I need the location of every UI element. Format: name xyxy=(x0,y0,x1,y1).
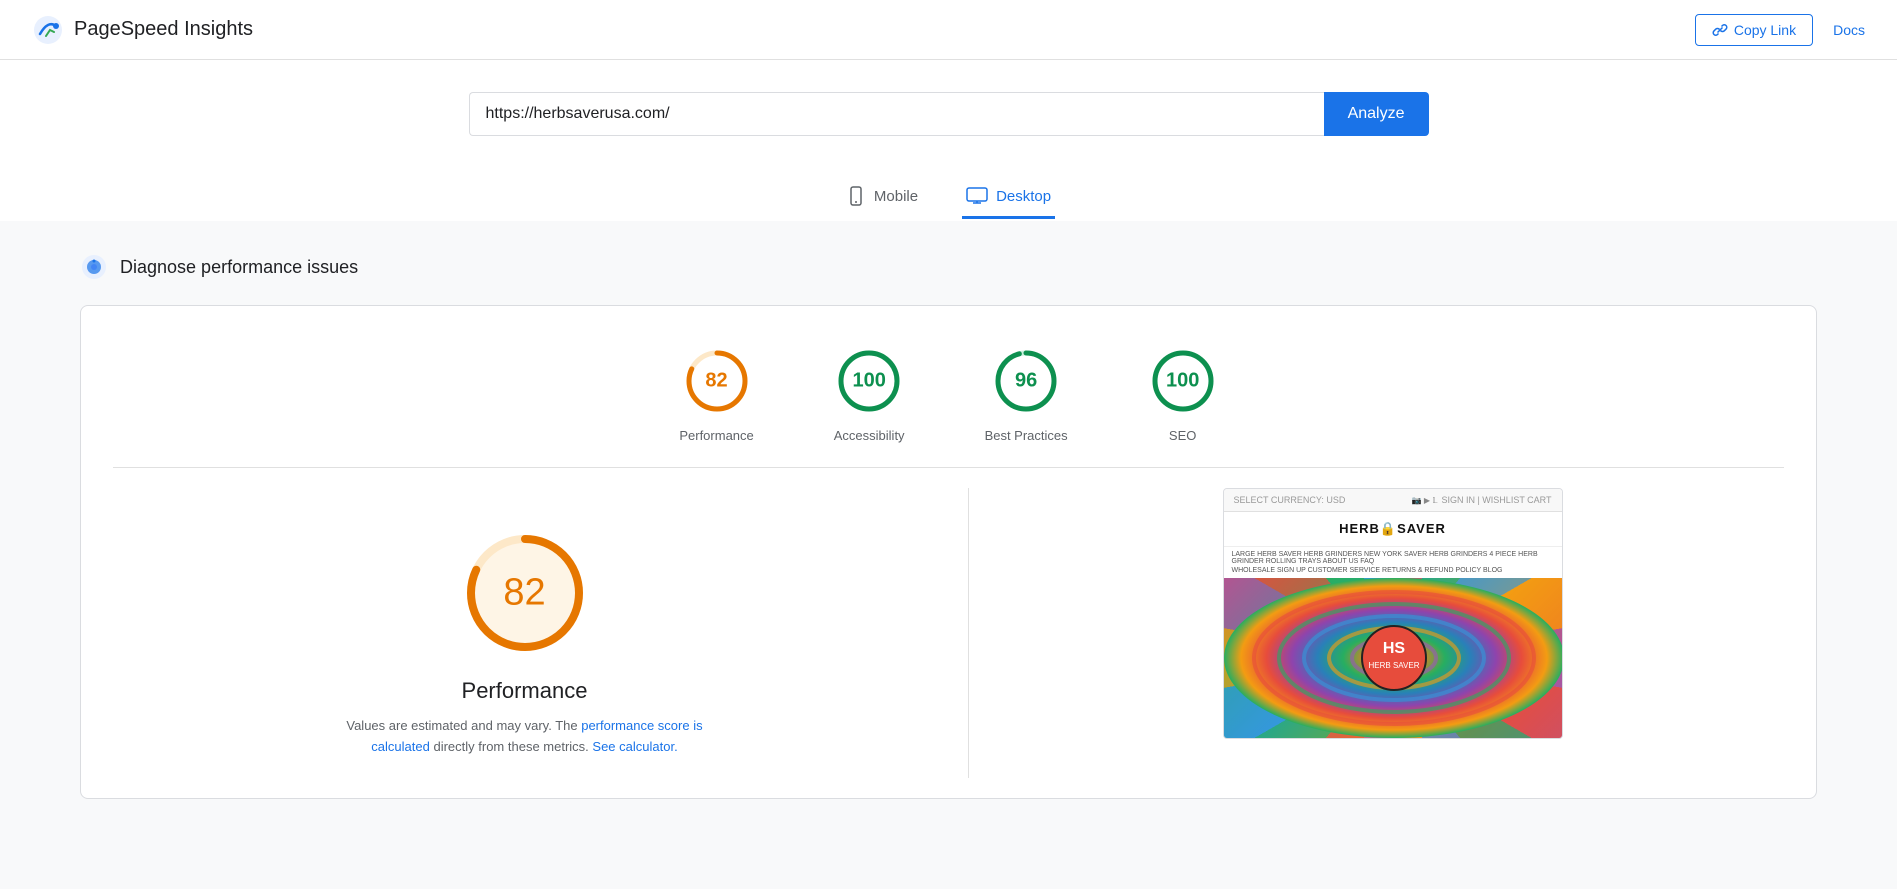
link-icon xyxy=(1712,22,1728,38)
tab-mobile[interactable]: Mobile xyxy=(842,176,922,219)
score-circle-seo: 100 xyxy=(1148,346,1218,416)
preview-logo-text: HERB🔒SAVER xyxy=(1339,521,1446,536)
big-score-circle: 82 xyxy=(460,528,590,658)
score-item-accessibility: 100 Accessibility xyxy=(834,346,905,443)
desktop-icon xyxy=(966,186,988,206)
score-circle-best-practices: 96 xyxy=(991,346,1061,416)
lower-panel: 82 Performance Values are estimated and … xyxy=(81,468,1816,798)
performance-desc: Values are estimated and may vary. The p… xyxy=(335,716,715,758)
score-label-performance: Performance xyxy=(679,428,753,443)
preview-header-bar: SELECT CURRENCY: USD 📷 ▶ 𝕃 SIGN IN | WIS… xyxy=(1224,489,1562,512)
preview-nav-sub: WHOLESALE SIGN UP CUSTOMER SERVICE RETUR… xyxy=(1232,567,1554,574)
diagnose-title: Diagnose performance issues xyxy=(120,257,358,278)
device-tabs: Mobile Desktop xyxy=(842,160,1055,219)
tab-mobile-label: Mobile xyxy=(874,188,918,205)
score-number-best-practices: 96 xyxy=(1015,370,1037,393)
calculator-link[interactable]: See calculator. xyxy=(592,739,677,754)
performance-panel: 82 Performance Values are estimated and … xyxy=(81,468,968,798)
svg-text:HS: HS xyxy=(1382,640,1405,657)
score-item-seo: 100 SEO xyxy=(1148,346,1218,443)
score-number-performance: 82 xyxy=(705,370,727,393)
preview-hero: HS HERB SAVER xyxy=(1224,578,1562,738)
copy-link-label: Copy Link xyxy=(1734,22,1796,38)
mobile-icon xyxy=(846,186,866,206)
logo-area: PageSpeed Insights xyxy=(32,14,253,46)
score-label-best-practices: Best Practices xyxy=(985,428,1068,443)
score-item-best-practices: 96 Best Practices xyxy=(985,346,1068,443)
main-content: Diagnose performance issues 82 Performan… xyxy=(0,221,1897,831)
score-number-seo: 100 xyxy=(1166,370,1199,393)
score-label-seo: SEO xyxy=(1169,428,1196,443)
diagnose-header: Diagnose performance issues xyxy=(80,253,1817,281)
preview-header-left: SELECT CURRENCY: USD xyxy=(1234,495,1346,505)
score-label-accessibility: Accessibility xyxy=(834,428,905,443)
docs-link[interactable]: Docs xyxy=(1833,22,1865,38)
header: PageSpeed Insights Copy Link Docs xyxy=(0,0,1897,60)
scores-card: 82 Performance 100 Accessibility xyxy=(80,305,1817,799)
search-section: Analyze xyxy=(0,60,1897,160)
tab-desktop[interactable]: Desktop xyxy=(962,176,1055,219)
svg-text:HERB SAVER: HERB SAVER xyxy=(1368,661,1419,670)
score-circle-performance: 82 xyxy=(682,346,752,416)
preview-logo-area: HERB🔒SAVER xyxy=(1224,512,1562,546)
big-score-number: 82 xyxy=(503,572,545,615)
search-bar: Analyze xyxy=(469,92,1429,136)
logo-text: PageSpeed Insights xyxy=(74,18,253,41)
site-preview: SELECT CURRENCY: USD 📷 ▶ 𝕃 SIGN IN | WIS… xyxy=(1223,488,1563,739)
score-circle-accessibility: 100 xyxy=(834,346,904,416)
score-item-performance: 82 Performance xyxy=(679,346,753,443)
score-number-accessibility: 100 xyxy=(852,370,885,393)
preview-nav-main: LARGE HERB SAVER HERB GRINDERS NEW YORK … xyxy=(1232,551,1554,565)
pagespeed-logo-icon xyxy=(32,14,64,46)
analyze-button[interactable]: Analyze xyxy=(1324,92,1429,136)
diagnose-icon xyxy=(80,253,108,281)
tab-desktop-label: Desktop xyxy=(996,188,1051,205)
header-actions: Copy Link Docs xyxy=(1695,14,1865,46)
scores-row: 82 Performance 100 Accessibility xyxy=(81,306,1816,467)
performance-title: Performance xyxy=(462,678,588,704)
preview-panel: SELECT CURRENCY: USD 📷 ▶ 𝕃 SIGN IN | WIS… xyxy=(969,468,1816,798)
preview-nav: LARGE HERB SAVER HERB GRINDERS NEW YORK … xyxy=(1224,546,1562,578)
copy-link-button[interactable]: Copy Link xyxy=(1695,14,1813,46)
preview-header-right: SIGN IN | WISHLIST CART xyxy=(1441,495,1551,505)
url-input[interactable] xyxy=(469,92,1324,136)
